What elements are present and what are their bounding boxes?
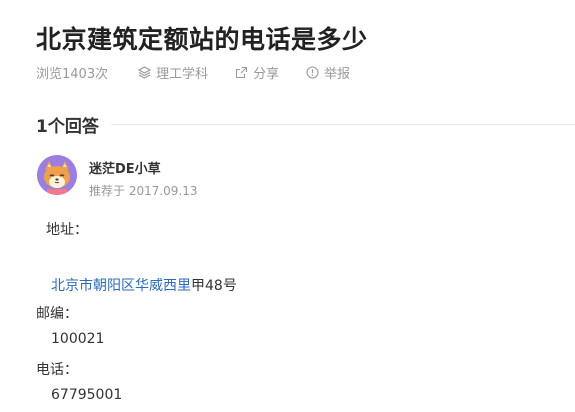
share-label: 分享 [253, 66, 280, 82]
postcode-value: 100021 [51, 331, 105, 347]
address-line: 北京市朝阳区华威西里甲48号 [51, 275, 237, 295]
category-label: 理工学科 [156, 66, 209, 82]
header-divider [110, 123, 575, 125]
fox-avatar-icon [37, 155, 77, 195]
share-button[interactable]: 分享 [235, 63, 279, 82]
avatar[interactable] [37, 155, 77, 195]
warning-circle-icon [306, 65, 319, 79]
address-label: 地址： [46, 222, 88, 238]
view-count: 浏览1403次 [36, 66, 109, 82]
user-name[interactable]: 迷茫DE小草 [89, 158, 161, 177]
address-rest: 甲48号 [191, 278, 237, 294]
layers-icon [138, 65, 152, 79]
postcode-label: 邮编： [36, 306, 78, 322]
phone-value: 67795001 [51, 387, 123, 403]
report-label: 举报 [324, 66, 351, 82]
answers-header: 1个回答 [36, 112, 575, 137]
answer-count: 1个回答 [36, 116, 99, 137]
category-link[interactable]: 理工学科 [138, 63, 208, 82]
phone-label: 电话： [36, 362, 78, 378]
report-button[interactable]: 举报 [306, 63, 350, 82]
question-meta: 浏览1403次 理工学科 分享 举报 [36, 62, 350, 82]
share-icon [236, 66, 248, 78]
address-link[interactable]: 北京市朝阳区华威西里 [51, 278, 191, 294]
page-title: 北京建筑定额站的电话是多少 [36, 25, 368, 54]
recommended-date: 推荐于 2017.09.13 [89, 184, 198, 198]
